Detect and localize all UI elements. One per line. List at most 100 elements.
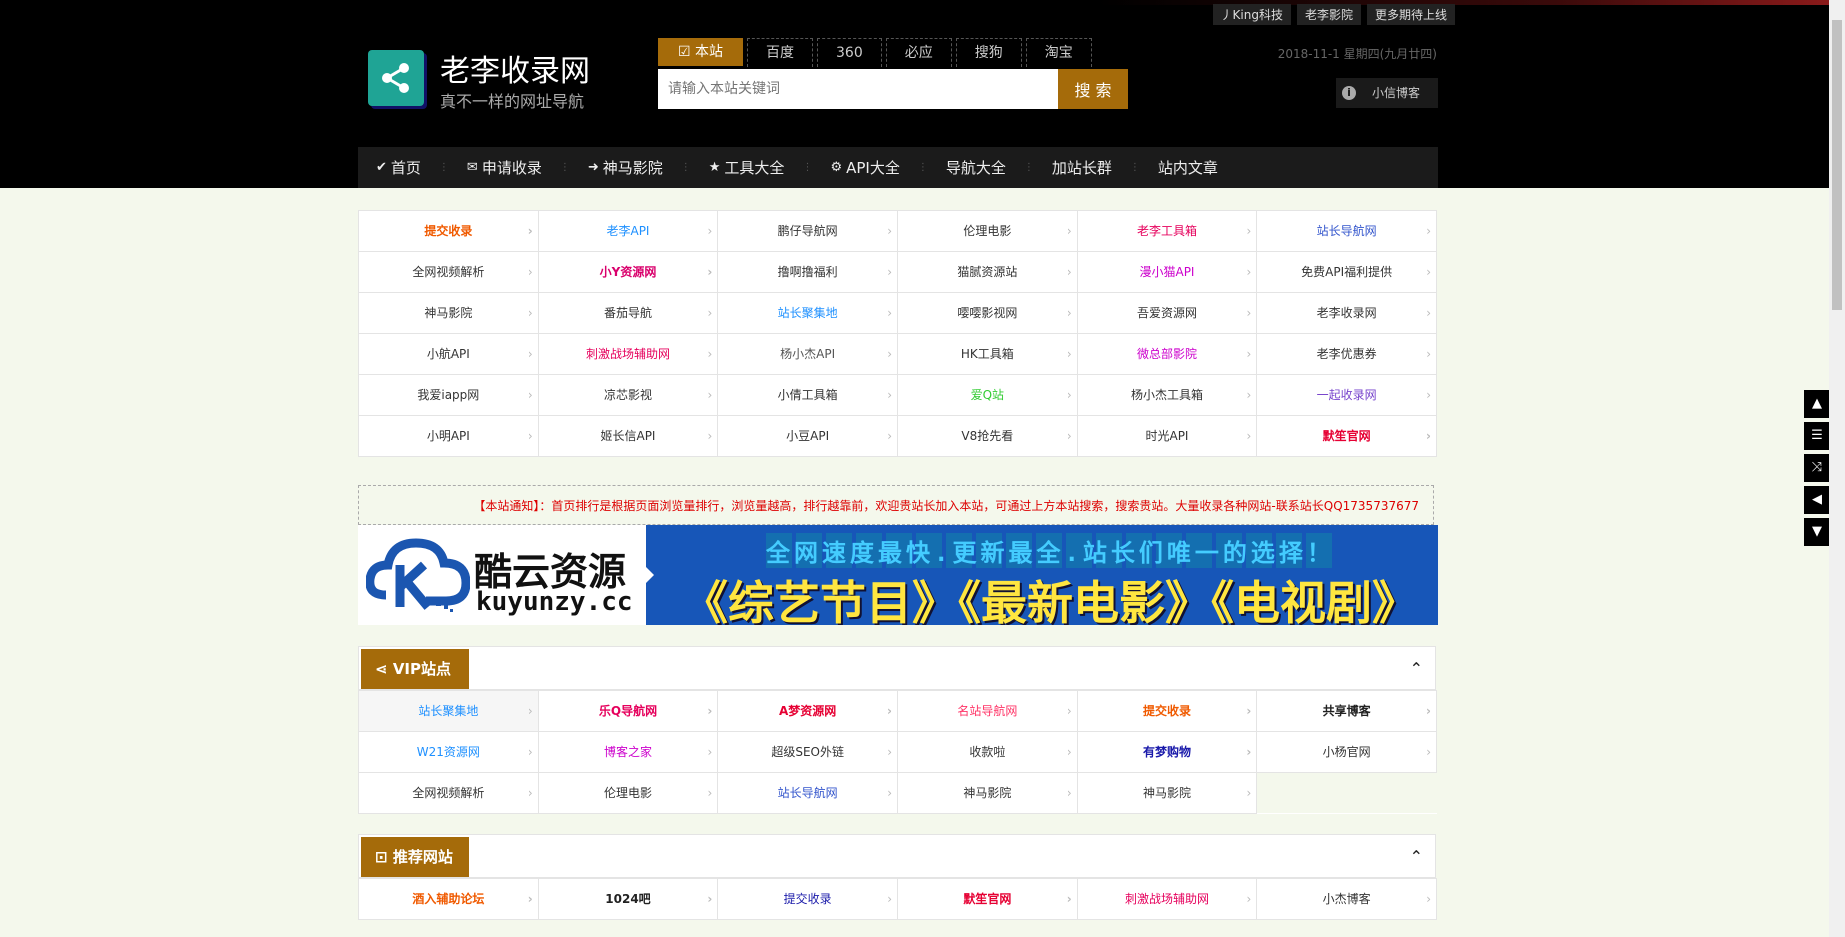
link-cell[interactable]: HK工具箱: [898, 334, 1078, 375]
nav-item-2[interactable]: ➜ 神马影院: [570, 157, 681, 178]
vip-section-header: ⋖ VIP站点 ⌃: [358, 646, 1436, 690]
collapse-chevron-icon[interactable]: ⌃: [1410, 659, 1423, 678]
link-cell[interactable]: 站长聚集地: [359, 691, 539, 732]
link-cell[interactable]: 免费API福利提供: [1257, 252, 1437, 293]
search-tab-taobao[interactable]: 淘宝: [1025, 38, 1092, 67]
link-cell[interactable]: 凉芯影视: [538, 375, 719, 416]
nav-item-label: 首页: [390, 159, 421, 177]
link-cell[interactable]: 提交收录: [718, 879, 898, 920]
site-subtitle: 真不一样的网址导航: [440, 92, 585, 111]
gear-icon: ⚙: [830, 160, 843, 175]
link-cell[interactable]: 小杰博客: [1257, 879, 1437, 920]
link-cell[interactable]: V8抢先看: [898, 416, 1078, 457]
link-cell[interactable]: 提交收录: [359, 211, 539, 252]
link-cell[interactable]: 博客之家: [538, 732, 719, 773]
link-cell[interactable]: 番茄导航: [538, 293, 719, 334]
page-scrollbar[interactable]: [1829, 0, 1845, 937]
site-title[interactable]: 老李收录网: [440, 46, 590, 90]
ad-banner[interactable]: 酷云资源 kuyunzy.cc 全网速度最快.更新最全.站长们唯一的选择！ 《综…: [358, 525, 1438, 625]
link-cell[interactable]: 杨小杰API: [718, 334, 898, 375]
link-cell[interactable]: 小明API: [359, 416, 539, 457]
nav-separator: ⋮: [917, 162, 928, 173]
nav-item-4[interactable]: ⚙ API大全: [812, 157, 917, 178]
link-cell[interactable]: 老李优惠券: [1257, 334, 1437, 375]
link-cell[interactable]: 共享博客: [1257, 691, 1437, 732]
link-cell[interactable]: 神马影院: [898, 773, 1078, 814]
search-input[interactable]: [658, 69, 1058, 109]
list-icon[interactable]: ☰: [1804, 422, 1830, 450]
link-cell[interactable]: A梦资源网: [718, 691, 898, 732]
link-cell[interactable]: 全网视频解析: [359, 773, 539, 814]
nav-item-6[interactable]: 加站长群: [1034, 157, 1130, 178]
link-cell[interactable]: 姬长信API: [538, 416, 719, 457]
nav-item-5[interactable]: 导航大全: [928, 157, 1024, 178]
link-cell[interactable]: 一起收录网: [1257, 375, 1437, 416]
link-cell[interactable]: 漫小猫API: [1077, 252, 1258, 293]
nav-item-1[interactable]: ✉ 申请收录: [449, 157, 560, 178]
link-cell[interactable]: 时光API: [1077, 416, 1258, 457]
link-cell[interactable]: 名站导航网: [898, 691, 1078, 732]
link-cell[interactable]: 有梦购物: [1077, 732, 1258, 773]
link-cell[interactable]: 默笙官网: [1257, 416, 1437, 457]
link-cell[interactable]: 站长导航网: [1257, 211, 1437, 252]
link-cell[interactable]: 伦理电影: [538, 773, 719, 814]
link-cell[interactable]: 神马影院: [1077, 773, 1258, 814]
link-cell[interactable]: 默笙官网: [898, 879, 1078, 920]
user-box[interactable]: i 小信博客: [1336, 78, 1438, 108]
link-cell[interactable]: 酒入辅助论坛: [359, 879, 539, 920]
link-cell[interactable]: 刺激战场辅助网: [538, 334, 719, 375]
collapse-chevron-icon[interactable]: ⌃: [1410, 847, 1423, 866]
link-cell[interactable]: 提交收录: [1077, 691, 1258, 732]
link-cell[interactable]: 鹏仔导航网: [718, 211, 898, 252]
search-tab-sogou[interactable]: 搜狗: [955, 38, 1022, 67]
search-tab-bing[interactable]: 必应: [885, 38, 952, 67]
vip-section-label: VIP站点: [392, 660, 451, 678]
top-link-more[interactable]: 更多期待上线: [1366, 4, 1455, 25]
link-cell[interactable]: 站长聚集地: [718, 293, 898, 334]
search-tab-local[interactable]: ☑ 本站: [658, 38, 744, 66]
link-cell[interactable]: 小豆API: [718, 416, 898, 457]
search-button[interactable]: 搜 索: [1058, 69, 1128, 109]
link-cell[interactable]: 老李收录网: [1257, 293, 1437, 334]
link-cell[interactable]: 杨小杰工具箱: [1077, 375, 1258, 416]
link-cell[interactable]: 乐Q导航网: [538, 691, 719, 732]
link-cell[interactable]: 微总部影院: [1077, 334, 1258, 375]
arrow-down-icon[interactable]: ▼: [1804, 518, 1830, 546]
link-cell[interactable]: 小倩工具箱: [718, 375, 898, 416]
link-cell[interactable]: 小杨官网: [1257, 732, 1437, 773]
user-label: 小信博客: [1372, 86, 1421, 100]
link-cell[interactable]: W21资源网: [359, 732, 539, 773]
link-cell[interactable]: 超级SEO外链: [718, 732, 898, 773]
top-link-movie[interactable]: 老李影院: [1296, 4, 1361, 25]
search-engine-tabs: ☑ 本站 百度 360 必应 搜狗 淘宝: [658, 38, 1092, 67]
shuffle-icon[interactable]: ⤨: [1804, 454, 1830, 482]
search-tab-baidu[interactable]: 百度: [747, 38, 814, 67]
top-link-king[interactable]: 丿King科技: [1212, 4, 1291, 25]
link-cell[interactable]: 全网视频解析: [359, 252, 539, 293]
link-cell[interactable]: 撸啊撸福利: [718, 252, 898, 293]
link-cell[interactable]: 伦理电影: [898, 211, 1078, 252]
link-cell[interactable]: 吾爱资源网: [1077, 293, 1258, 334]
link-cell[interactable]: 小航API: [359, 334, 539, 375]
link-cell[interactable]: 老李工具箱: [1077, 211, 1258, 252]
link-cell[interactable]: 1024吧: [538, 879, 719, 920]
link-cell[interactable]: 爱Q站: [898, 375, 1078, 416]
link-cell[interactable]: 小Y资源网: [538, 252, 719, 293]
search-tab-360[interactable]: 360: [817, 38, 882, 67]
link-cell[interactable]: 收款啦: [898, 732, 1078, 773]
link-cell[interactable]: 神马影院: [359, 293, 539, 334]
link-cell[interactable]: 老李API: [538, 211, 719, 252]
nav-item-7[interactable]: 站内文章: [1140, 157, 1236, 178]
site-logo[interactable]: [368, 50, 424, 106]
nav-item-3[interactable]: ★ 工具大全: [691, 157, 803, 178]
share-icon[interactable]: ◀: [1804, 486, 1830, 514]
vip-section-title: ⋖ VIP站点: [361, 649, 469, 689]
link-cell[interactable]: 刺激战场辅助网: [1077, 879, 1258, 920]
scrollbar-thumb[interactable]: [1832, 20, 1842, 310]
link-cell[interactable]: 嘤嘤影视网: [898, 293, 1078, 334]
nav-item-0[interactable]: ✔ 首页: [358, 157, 439, 178]
link-cell[interactable]: 站长导航网: [718, 773, 898, 814]
link-cell[interactable]: 我爱iapp网: [359, 375, 539, 416]
arrow-up-icon[interactable]: ▲: [1804, 390, 1830, 418]
link-cell[interactable]: 猫腻资源站: [898, 252, 1078, 293]
